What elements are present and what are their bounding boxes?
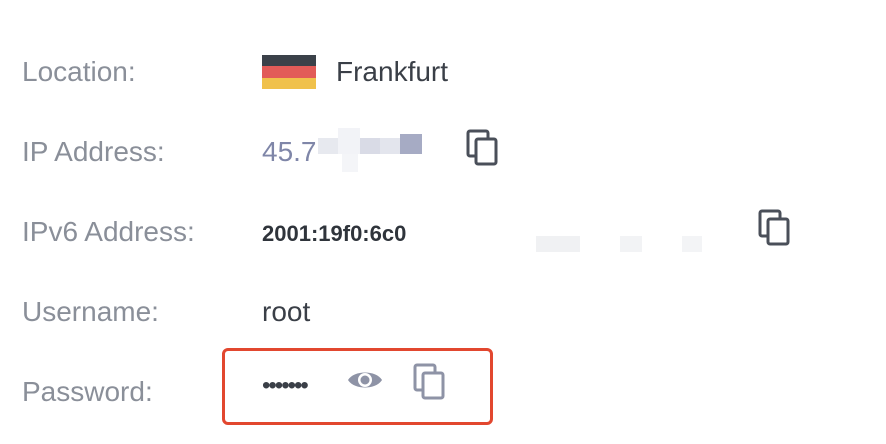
password-label: Password:: [22, 376, 153, 407]
username-label: Username:: [22, 296, 159, 327]
copy-ip-icon[interactable]: [466, 129, 500, 167]
location-label: Location:: [22, 56, 136, 87]
ipv6-address-redaction: [420, 220, 702, 252]
server-details-panel: Location: Frankfurt IP Address: 45.7 IPv…: [0, 0, 886, 444]
ipv6-address-value: 2001:19f0:6c0: [262, 221, 407, 246]
copy-ipv6-icon[interactable]: [758, 209, 792, 247]
username-value: root: [262, 296, 311, 327]
location-value: Frankfurt: [336, 56, 449, 87]
ip-address-label: IP Address:: [22, 136, 165, 167]
ip-address-redaction: [318, 128, 422, 172]
password-highlight-box: [222, 348, 493, 425]
ip-address-value: 45.7: [262, 136, 317, 167]
germany-flag-icon: [262, 55, 316, 89]
ipv6-address-label: IPv6 Address:: [22, 216, 195, 247]
